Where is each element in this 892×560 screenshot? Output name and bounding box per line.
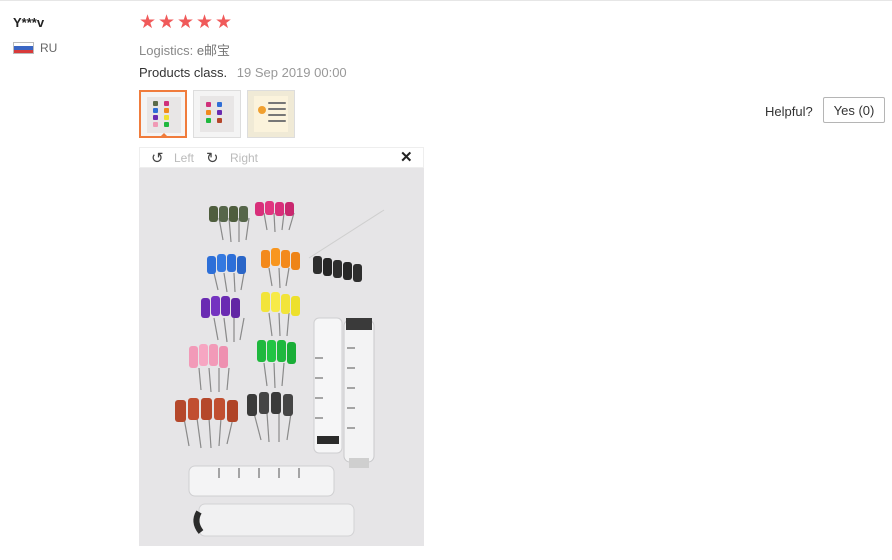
star-icon: ★ <box>215 12 233 33</box>
rotate-left-label[interactable]: Left <box>174 151 194 165</box>
thumbnail-photo-3[interactable] <box>247 90 295 138</box>
helpful-label: Helpful? <box>765 104 813 119</box>
dispensing-needles-photo <box>139 168 424 546</box>
product-class: Products class. <box>139 65 228 80</box>
photo-thumbnails <box>139 90 295 138</box>
thumbnail-photo-2[interactable] <box>193 90 241 138</box>
top-divider <box>0 0 892 1</box>
star-rating: ★ ★ ★ ★ ★ <box>139 12 233 33</box>
review-meta: Products class. 19 Sep 2019 00:00 <box>139 65 347 80</box>
review-photo-large <box>139 168 424 546</box>
rotate-right-icon[interactable]: ↻ <box>206 149 219 167</box>
star-icon: ★ <box>139 12 157 33</box>
thumbnail-photo-1[interactable] <box>139 90 187 138</box>
logistics-value: e邮宝 <box>196 43 231 58</box>
rotate-left-icon[interactable]: ↺ <box>151 149 164 167</box>
review-date: 19 Sep 2019 00:00 <box>236 65 347 80</box>
russia-flag-icon <box>13 42 34 54</box>
logistics-label: Logistics: <box>139 43 194 58</box>
helpful-yes-button[interactable]: Yes (0) <box>823 97 885 123</box>
star-icon: ★ <box>177 12 195 33</box>
logistics-info: Logistics: e邮宝 <box>139 40 230 59</box>
star-icon: ★ <box>196 12 214 33</box>
image-viewer-toolbar: ↺ Left ↻ Right ✕ <box>139 147 424 168</box>
rotate-right-label[interactable]: Right <box>230 151 258 165</box>
country-code: RU <box>40 41 58 55</box>
reviewer-country: RU <box>13 41 57 55</box>
star-icon: ★ <box>158 12 176 33</box>
reviewer-name: Y***v <box>13 15 45 30</box>
close-icon[interactable]: ✕ <box>400 148 413 166</box>
